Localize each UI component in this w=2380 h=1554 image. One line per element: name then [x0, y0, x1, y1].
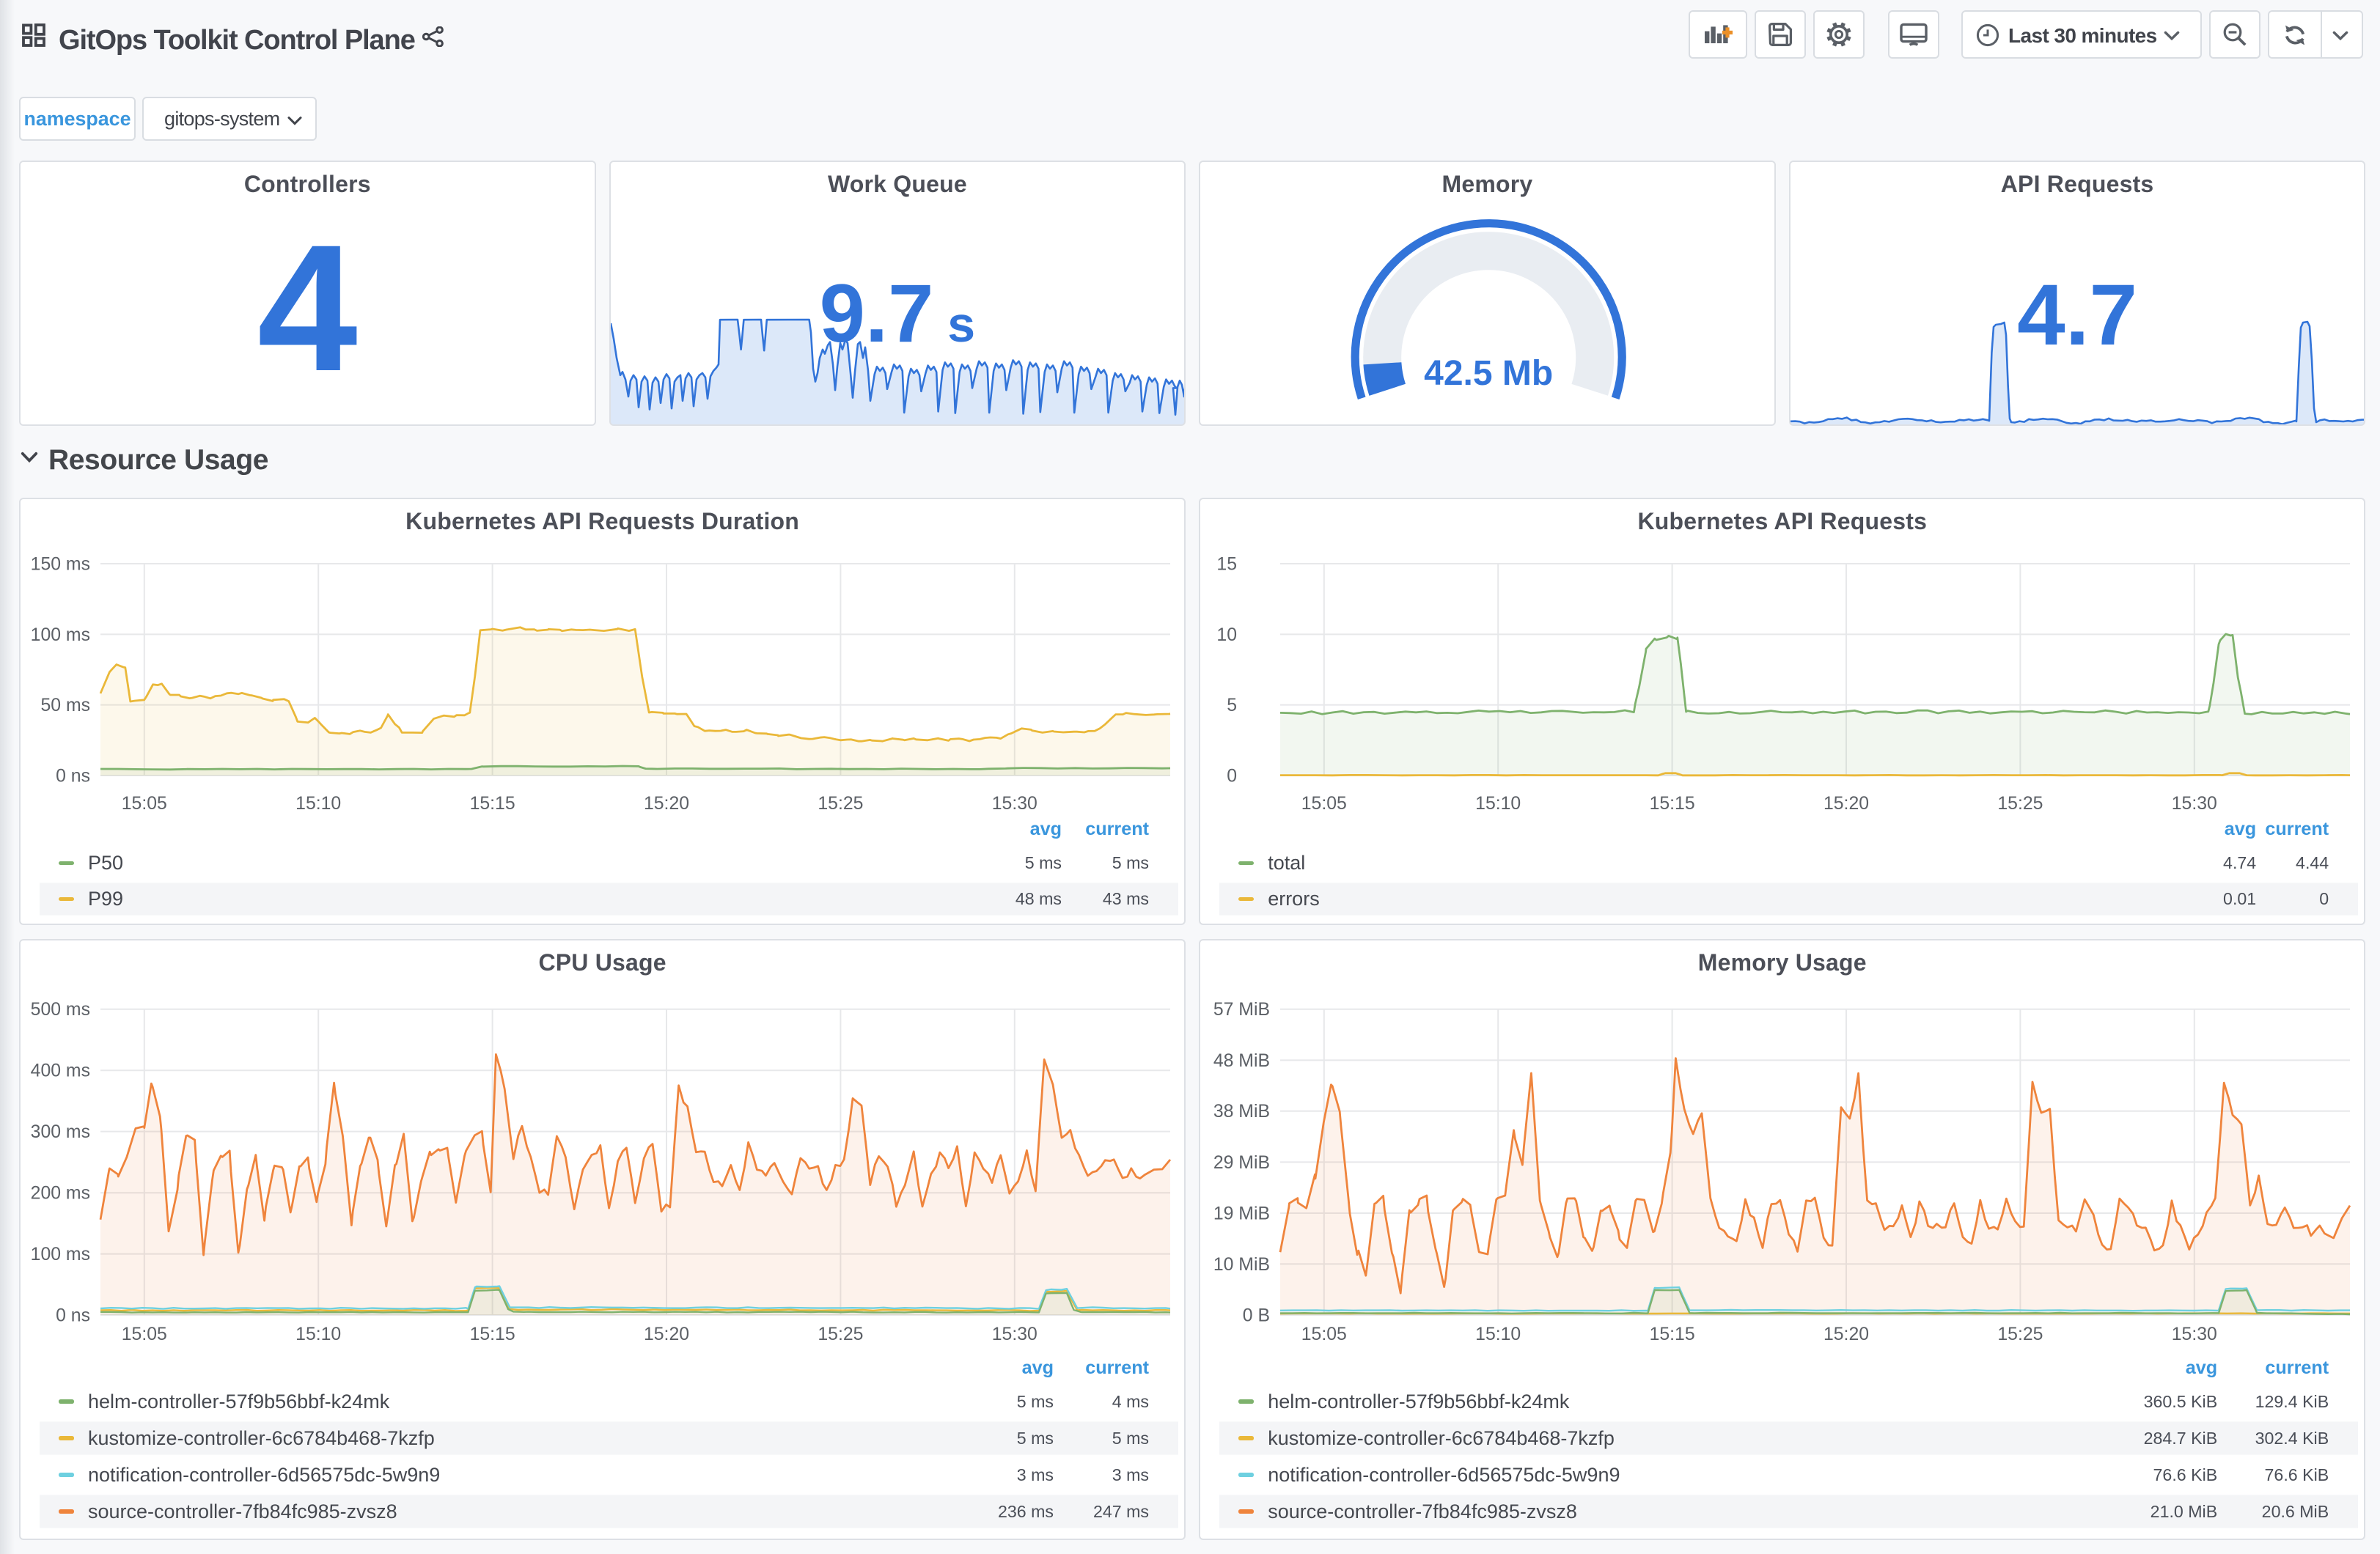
svg-text:15:15: 15:15 [1650, 1325, 1695, 1344]
svg-text:0 B: 0 B [1243, 1306, 1270, 1325]
svg-text:15:05: 15:05 [1301, 1325, 1347, 1344]
svg-text:15:30: 15:30 [2172, 1325, 2217, 1344]
svg-text:10 MiB: 10 MiB [1213, 1255, 1270, 1275]
svg-text:15:20: 15:20 [644, 1325, 689, 1344]
svg-text:200 ms: 200 ms [31, 1184, 90, 1204]
svg-text:100 ms: 100 ms [31, 625, 90, 645]
svg-text:15:15: 15:15 [470, 1325, 515, 1344]
svg-text:19 MiB: 19 MiB [1213, 1204, 1270, 1223]
svg-text:15:20: 15:20 [644, 794, 689, 814]
svg-text:0: 0 [1227, 766, 1237, 786]
svg-text:500 ms: 500 ms [31, 1000, 90, 1020]
svg-text:15: 15 [1217, 554, 1238, 574]
svg-text:15:05: 15:05 [1301, 794, 1347, 814]
svg-text:15:20: 15:20 [1823, 794, 1869, 814]
svg-text:50 ms: 50 ms [40, 696, 90, 715]
svg-text:15:30: 15:30 [2172, 794, 2217, 814]
svg-text:15:10: 15:10 [1475, 794, 1521, 814]
svg-text:29 MiB: 29 MiB [1213, 1153, 1270, 1173]
svg-text:15:20: 15:20 [1823, 1325, 1869, 1344]
svg-text:15:10: 15:10 [295, 1325, 341, 1344]
svg-text:0 ns: 0 ns [56, 766, 90, 786]
svg-text:42.5 Mb: 42.5 Mb [1424, 354, 1553, 393]
svg-text:100 ms: 100 ms [31, 1245, 90, 1264]
svg-text:15:05: 15:05 [122, 1325, 167, 1344]
svg-text:0 ns: 0 ns [56, 1306, 90, 1325]
svg-text:400 ms: 400 ms [31, 1061, 90, 1081]
svg-text:15:15: 15:15 [470, 794, 515, 814]
svg-text:5: 5 [1227, 696, 1237, 715]
svg-text:15:10: 15:10 [1475, 1325, 1521, 1344]
svg-text:15:15: 15:15 [1650, 794, 1695, 814]
svg-text:57 MiB: 57 MiB [1213, 1000, 1270, 1020]
svg-text:150 ms: 150 ms [31, 554, 90, 574]
svg-text:15:25: 15:25 [1998, 794, 2043, 814]
svg-text:15:25: 15:25 [1998, 1325, 2043, 1344]
svg-text:10: 10 [1217, 625, 1238, 645]
svg-text:300 ms: 300 ms [31, 1122, 90, 1142]
svg-text:15:10: 15:10 [295, 794, 341, 814]
svg-text:48 MiB: 48 MiB [1213, 1051, 1270, 1071]
svg-text:15:30: 15:30 [992, 1325, 1037, 1344]
svg-text:15:25: 15:25 [818, 1325, 863, 1344]
svg-text:15:25: 15:25 [818, 794, 863, 814]
svg-text:15:05: 15:05 [122, 794, 167, 814]
svg-text:38 MiB: 38 MiB [1213, 1102, 1270, 1122]
svg-text:15:30: 15:30 [992, 794, 1037, 814]
